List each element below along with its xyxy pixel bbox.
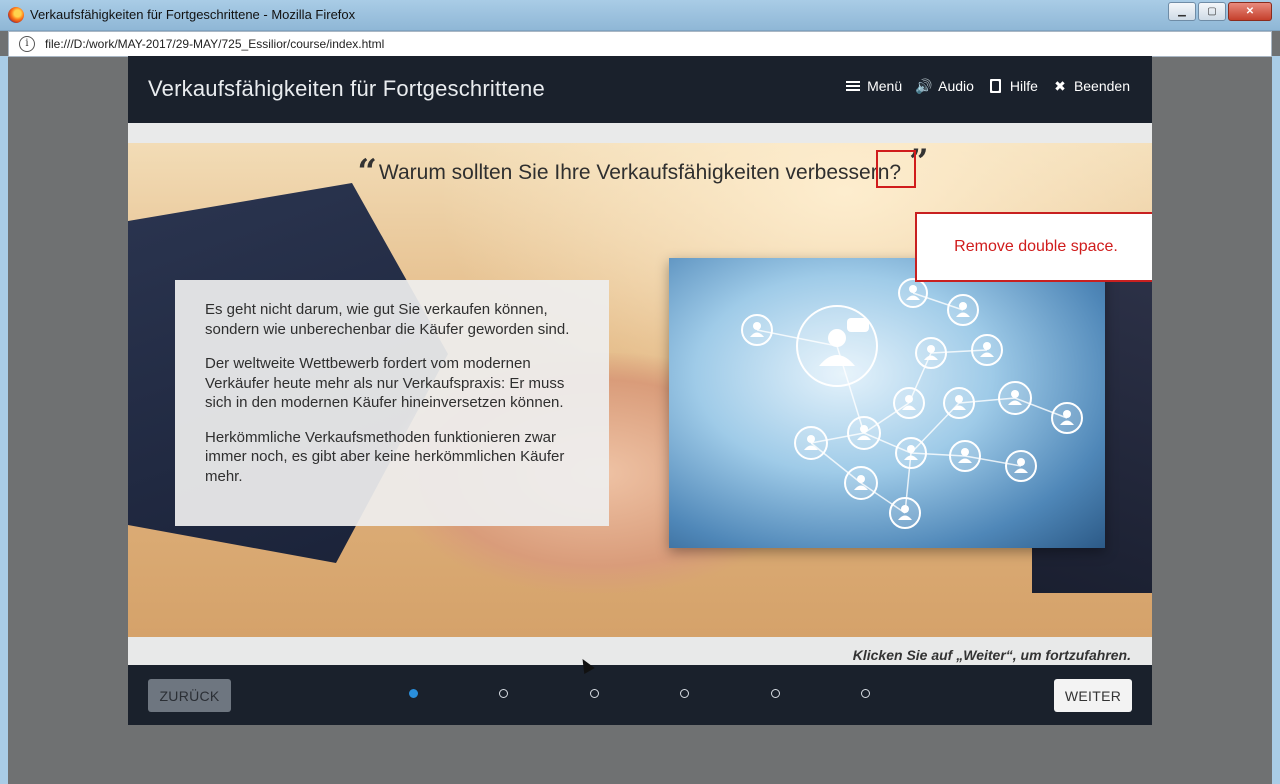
help-button[interactable]: Hilfe xyxy=(988,78,1038,94)
network-photo xyxy=(669,258,1105,548)
audio-button[interactable]: 🔊 Audio xyxy=(915,77,974,95)
review-comment: Remove double space. xyxy=(915,212,1152,282)
menu-label: Menü xyxy=(867,78,903,94)
course-player: Verkaufsfähigkeiten für Fortgeschrittene… xyxy=(128,56,1152,725)
exit-label: Beenden xyxy=(1073,78,1130,94)
audio-label: Audio xyxy=(938,78,974,94)
minimize-button[interactable]: ▁ xyxy=(1168,2,1196,21)
page-dot-3[interactable] xyxy=(590,689,599,698)
menu-button[interactable]: Menü xyxy=(845,78,902,94)
url-text[interactable]: file:///D:/work/MAY-2017/29-MAY/725_Essi… xyxy=(45,37,384,51)
next-button[interactable]: WEITER xyxy=(1054,679,1132,712)
page-dot-2[interactable] xyxy=(499,689,508,698)
browser-titlebar: Verkaufsfähigkeiten für Fortgeschrittene… xyxy=(0,0,1280,31)
bottom-band: Klicken Sie auf „Weiter“, um fortzufahre… xyxy=(128,637,1152,665)
quote-text: Warum sollten Sie Ihre Verkaufsfähigkeit… xyxy=(378,161,902,184)
page-dot-1[interactable] xyxy=(409,689,418,698)
paragraph-1: Es geht nicht darum, wie gut Sie verkauf… xyxy=(205,301,570,338)
continue-hint: Klicken Sie auf „Weiter“, um fortzufahre… xyxy=(852,647,1131,663)
course-footer: ZURÜCK WEITER xyxy=(128,665,1152,725)
paragraph-3: Herkömmliche Verkaufsmethoden funktionie… xyxy=(205,428,565,485)
window-controls: ▁ ▢ ✕ xyxy=(1168,2,1272,21)
maximize-button[interactable]: ▢ xyxy=(1198,2,1226,21)
window-border-right xyxy=(1272,56,1280,784)
close-window-button[interactable]: ✕ xyxy=(1228,2,1272,21)
slide-heading: “Warum sollten Sie Ihre Verkaufsfähigkei… xyxy=(128,145,1152,189)
quote-open-mark: “ xyxy=(357,152,377,192)
audio-icon: 🔊 xyxy=(915,77,933,94)
exit-button[interactable]: ✖ Beenden xyxy=(1052,77,1130,95)
slide-stage: “Warum sollten Sie Ihre Verkaufsfähigkei… xyxy=(128,143,1152,637)
menu-icon xyxy=(845,78,861,94)
course-nav: Menü 🔊 Audio Hilfe ✖ Beenden xyxy=(845,78,1130,94)
help-label: Hilfe xyxy=(1009,78,1038,94)
paragraph-2: Der weltweite Wettbewerb fordert vom mod… xyxy=(205,355,565,411)
exit-icon: ✖ xyxy=(1054,77,1066,94)
network-people-icon xyxy=(741,278,1083,529)
back-button[interactable]: ZURÜCK xyxy=(148,679,231,712)
window-border-left xyxy=(0,56,8,784)
page-dot-4[interactable] xyxy=(680,689,689,698)
course-header: Verkaufsfähigkeiten für Fortgeschrittene… xyxy=(128,56,1152,123)
window-title: Verkaufsfähigkeiten für Fortgeschrittene… xyxy=(30,7,356,22)
firefox-icon xyxy=(8,7,24,23)
help-book-icon xyxy=(988,78,1004,94)
quote-heading: “Warum sollten Sie Ihre Verkaufsfähigkei… xyxy=(357,145,928,189)
top-band xyxy=(128,123,1152,143)
address-bar[interactable]: i file:///D:/work/MAY-2017/29-MAY/725_Es… xyxy=(8,31,1272,57)
page-dot-6[interactable] xyxy=(861,689,870,698)
page-dot-5[interactable] xyxy=(771,689,780,698)
info-icon[interactable]: i xyxy=(19,36,35,52)
review-highlight-box xyxy=(876,150,916,188)
course-title: Verkaufsfähigkeiten für Fortgeschrittene xyxy=(148,76,545,101)
page-indicator xyxy=(409,689,870,699)
text-panel: Es geht nicht darum, wie gut Sie verkauf… xyxy=(175,280,609,526)
